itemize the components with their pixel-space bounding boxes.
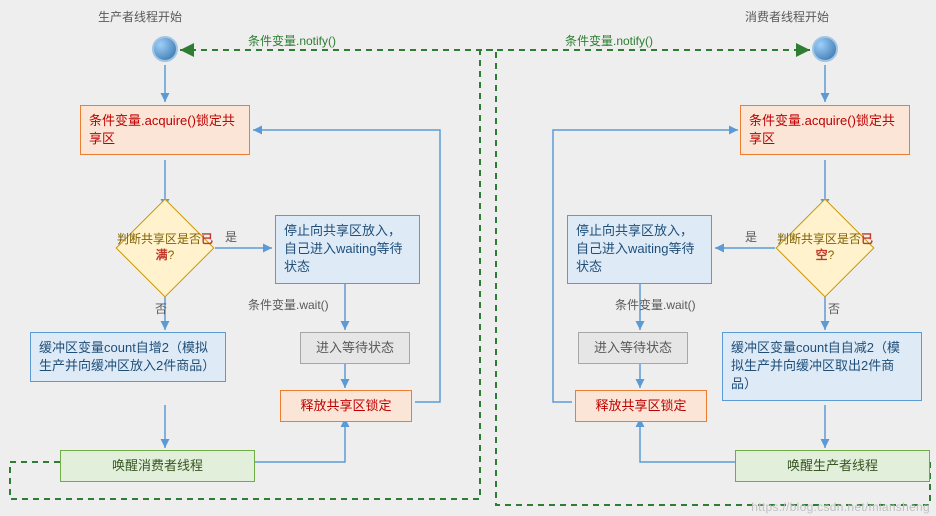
producer-wait-call: 条件变量.wait(): [248, 296, 329, 313]
consumer-no-label: 否: [828, 300, 840, 317]
consumer-wake: 唤醒生产者线程: [735, 450, 930, 482]
notify-label-left: 条件变量.notify(): [248, 32, 336, 49]
producer-yes-label: 是: [225, 228, 237, 245]
consumer-yes-label: 是: [745, 228, 757, 245]
notify-label-right: 条件变量.notify(): [565, 32, 653, 49]
producer-acquire: 条件变量.acquire()锁定共享区: [80, 105, 250, 155]
consumer-count: 缓冲区变量count自自减2（模拟生产并向缓冲区取出2件商品）: [722, 332, 922, 401]
consumer-stop-wait: 停止向共享区放入，自己进入waiting等待状态: [567, 215, 712, 284]
consumer-decision: 判断共享区是否已空?: [775, 208, 875, 288]
consumer-start-node: [812, 36, 838, 62]
consumer-acquire: 条件变量.acquire()锁定共享区: [740, 105, 910, 155]
producer-release: 释放共享区锁定: [280, 390, 412, 422]
consumer-start-label: 消费者线程开始: [745, 8, 829, 25]
producer-start-node: [152, 36, 178, 62]
producer-decision-pre: 判断共享区是否: [117, 232, 201, 246]
watermark: https://blog.csdn.net/miansheng: [751, 500, 930, 514]
consumer-release: 释放共享区锁定: [575, 390, 707, 422]
producer-count: 缓冲区变量count自增2（模拟生产并向缓冲区放入2件商品）: [30, 332, 226, 382]
producer-no-label: 否: [155, 300, 167, 317]
producer-stop-wait: 停止向共享区放入，自己进入waiting等待状态: [275, 215, 420, 284]
consumer-decision-pre: 判断共享区是否: [777, 232, 861, 246]
producer-decision-post: ?: [168, 248, 175, 262]
consumer-wait-call: 条件变量.wait(): [615, 296, 696, 313]
producer-wake: 唤醒消费者线程: [60, 450, 255, 482]
consumer-enter-wait: 进入等待状态: [578, 332, 688, 364]
producer-enter-wait: 进入等待状态: [300, 332, 410, 364]
producer-start-label: 生产者线程开始: [98, 8, 182, 25]
consumer-decision-post: ?: [828, 248, 835, 262]
producer-decision: 判断共享区是否已满?: [115, 208, 215, 288]
